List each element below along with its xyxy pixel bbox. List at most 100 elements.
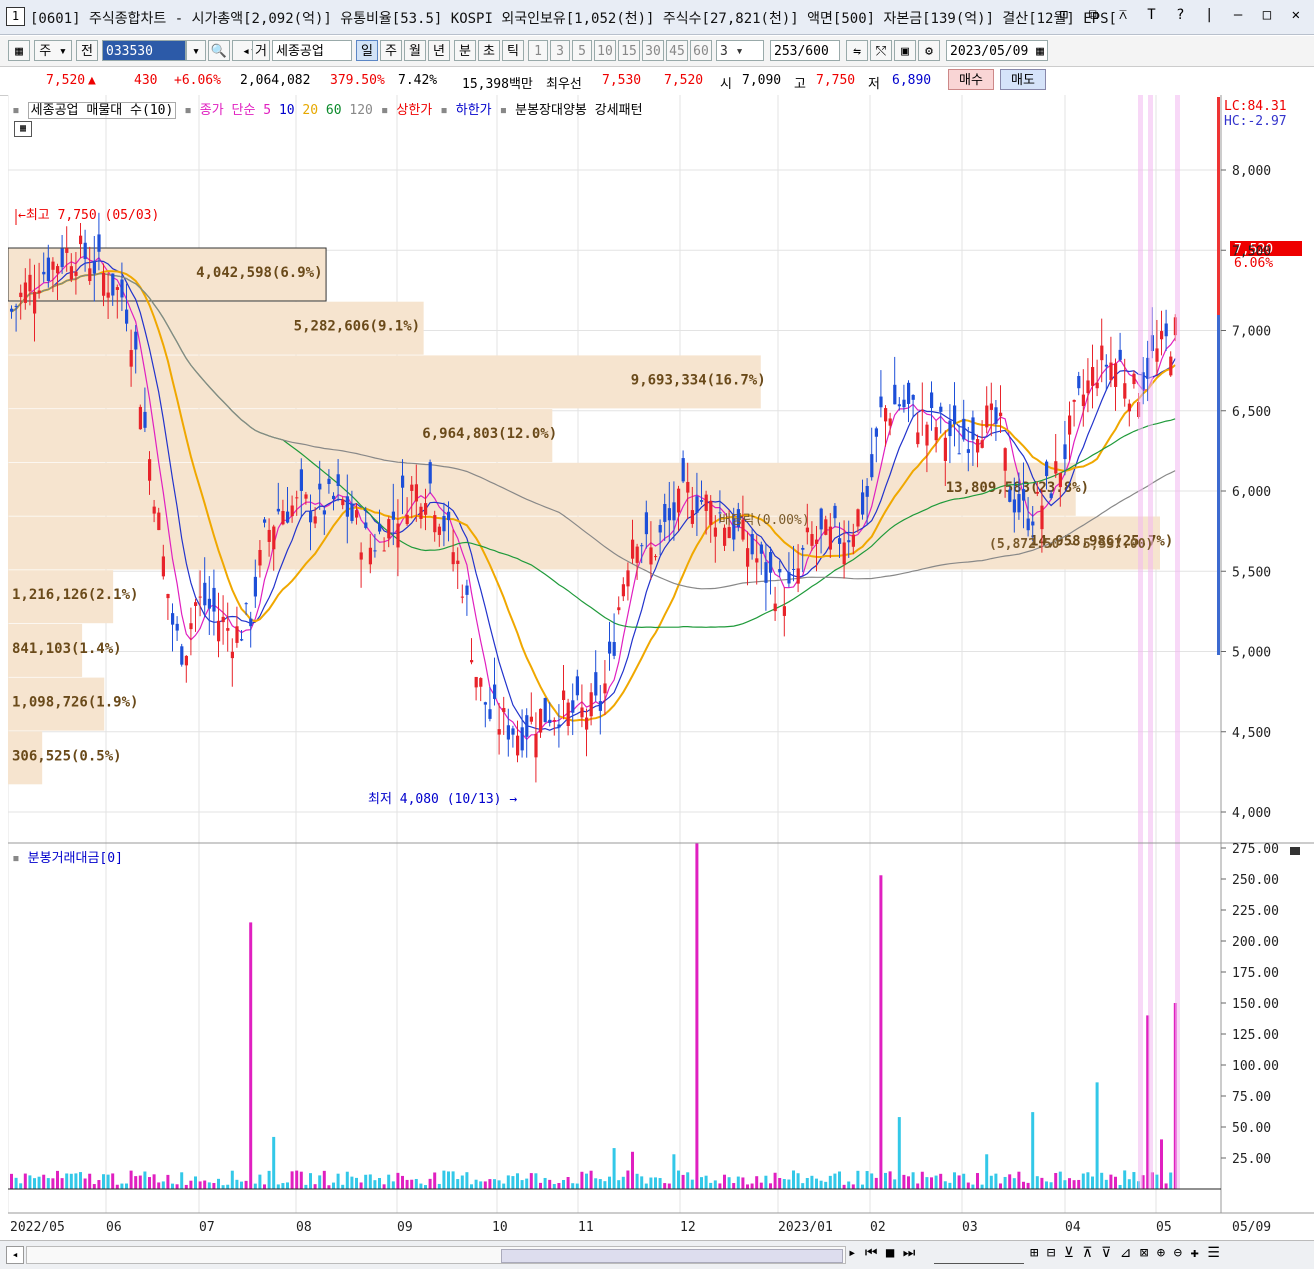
- volume-bar: [764, 1175, 768, 1189]
- date-input[interactable]: 2023/05/09 ▦: [946, 40, 1048, 61]
- candle-body: [33, 291, 37, 314]
- volume-bar: [962, 1173, 966, 1189]
- code-dropdown-icon[interactable]: ▾: [186, 40, 206, 61]
- volume-tick: 75.00: [1232, 1090, 1271, 1105]
- scrollbar-thumb[interactable]: [501, 1249, 843, 1263]
- candle-body: [847, 540, 851, 543]
- legend-ma60[interactable]: 60: [326, 103, 342, 118]
- legend-ma120[interactable]: 120: [349, 103, 372, 118]
- interval-input[interactable]: 3 ▾: [716, 40, 764, 61]
- interval-10[interactable]: 10: [594, 40, 616, 61]
- dividend-annotation: 배당락(0.00%): [719, 513, 810, 528]
- candle-body: [428, 462, 432, 484]
- market-select[interactable]: 주 ▾: [34, 40, 72, 61]
- candle-body: [194, 602, 198, 606]
- price-tick: 4,500: [1232, 726, 1271, 741]
- interval-3[interactable]: 3: [550, 40, 570, 61]
- volume-bar: [833, 1173, 837, 1189]
- mode-button[interactable]: 거: [252, 40, 270, 61]
- candle-body: [69, 266, 73, 280]
- interval-15[interactable]: 15: [618, 40, 640, 61]
- volume-bar: [336, 1173, 340, 1189]
- volume-bar: [690, 1179, 694, 1189]
- period-second[interactable]: 초: [478, 40, 500, 61]
- interval-60[interactable]: 60: [690, 40, 712, 61]
- period-week[interactable]: 주: [380, 40, 402, 61]
- legend-ma20[interactable]: 20: [302, 103, 318, 118]
- candle-body: [709, 500, 713, 525]
- stock-chart[interactable]: 4,042,598(6.9%) 5,282,606(9.1%) 9,693,334(…: [8, 95, 1314, 1240]
- candle-body: [180, 646, 184, 665]
- window-buttons[interactable]: ⊡ ⧉ ⊼ T ? | — □ ✕: [1060, 7, 1306, 23]
- scroll-left-icon[interactable]: ◂: [6, 1246, 24, 1264]
- candle-body: [125, 309, 129, 324]
- candle-body: [281, 511, 285, 525]
- high-annotation-text: ←최고 7,750 (05/03): [18, 208, 159, 223]
- candle-body: [267, 529, 271, 542]
- interval-30[interactable]: 30: [642, 40, 664, 61]
- period-day[interactable]: 일: [356, 40, 378, 61]
- candle-body: [1100, 345, 1104, 361]
- volume-bar: [916, 1183, 920, 1189]
- interval-1[interactable]: 1: [528, 40, 548, 61]
- legend-ma5[interactable]: 종가 단순 5: [200, 103, 271, 118]
- volume-bar: [166, 1174, 170, 1189]
- volume-bar: [92, 1184, 96, 1189]
- legend-vp[interactable]: 세종공업 매물대 수(10): [27, 102, 177, 119]
- volume-bar: [879, 875, 883, 1189]
- candle-body: [1072, 399, 1076, 402]
- interval-45[interactable]: 45: [666, 40, 688, 61]
- volume-bar: [161, 1181, 165, 1189]
- save-icon[interactable]: ▣: [894, 40, 916, 61]
- search-icon[interactable]: 🔍: [208, 40, 230, 61]
- volume-bar: [948, 1182, 952, 1189]
- volume-bar: [184, 1184, 188, 1189]
- scrollbar-track[interactable]: [26, 1246, 846, 1264]
- buy-button[interactable]: 매수: [948, 69, 994, 90]
- candle-body: [640, 545, 644, 547]
- candle-body: [318, 483, 322, 490]
- candle-body: [336, 474, 340, 486]
- candle-body: [916, 432, 920, 445]
- date-tick: 05: [1156, 1220, 1172, 1235]
- candle-body: [598, 701, 602, 711]
- candle-body: [111, 273, 115, 296]
- candle-body: [263, 519, 267, 523]
- layout-icon[interactable]: ▦: [8, 40, 30, 61]
- window-number[interactable]: 1: [6, 7, 25, 26]
- volume-bar: [1058, 1171, 1062, 1189]
- config-icon[interactable]: ⇋: [846, 40, 868, 61]
- period-year[interactable]: 년: [428, 40, 450, 61]
- stock-code-input[interactable]: 033530: [102, 40, 186, 61]
- volume-bar: [516, 1173, 519, 1189]
- volume-bar: [281, 1183, 285, 1189]
- sell-button[interactable]: 매도: [1000, 69, 1046, 90]
- candle-body: [175, 623, 179, 631]
- candle-body: [258, 549, 262, 566]
- interval-5[interactable]: 5: [572, 40, 592, 61]
- candle-body: [1068, 415, 1072, 435]
- zoom-slider[interactable]: [934, 1245, 1024, 1264]
- count-input[interactable]: 253/600: [770, 40, 840, 61]
- legend-pattern[interactable]: 분봉장대양봉 강세패턴: [515, 103, 642, 118]
- candle-body: [677, 488, 681, 513]
- gear-icon[interactable]: ⚙: [918, 40, 940, 61]
- volume-bar: [143, 1171, 147, 1189]
- period-month[interactable]: 월: [404, 40, 426, 61]
- legend-lower[interactable]: 하한가: [456, 103, 492, 118]
- volume-bar: [953, 1172, 956, 1189]
- playback-controls[interactable]: ▸ ⏮ ■ ⏭: [848, 1245, 915, 1261]
- legend-volume[interactable]: 분봉거래대금[0]: [28, 851, 123, 866]
- compare-icon[interactable]: ⤲: [870, 40, 892, 61]
- volume-tick: 200.00: [1232, 935, 1279, 950]
- volume-bar: [387, 1174, 391, 1189]
- candle-body: [322, 510, 326, 515]
- period-minute[interactable]: 분: [454, 40, 476, 61]
- volume-bar: [525, 1178, 529, 1189]
- chart-tools[interactable]: ⊞ ⊟ ⊻ ⊼ ⊽ ⊿ ⊠ ⊕ ⊖ ✚ ☰: [1030, 1245, 1220, 1261]
- period-tick[interactable]: 틱: [502, 40, 524, 61]
- legend-ma10[interactable]: 10: [279, 103, 295, 118]
- all-button[interactable]: 전: [76, 40, 98, 61]
- table-icon[interactable]: ▦: [14, 121, 32, 137]
- legend-upper[interactable]: 상한가: [396, 103, 432, 118]
